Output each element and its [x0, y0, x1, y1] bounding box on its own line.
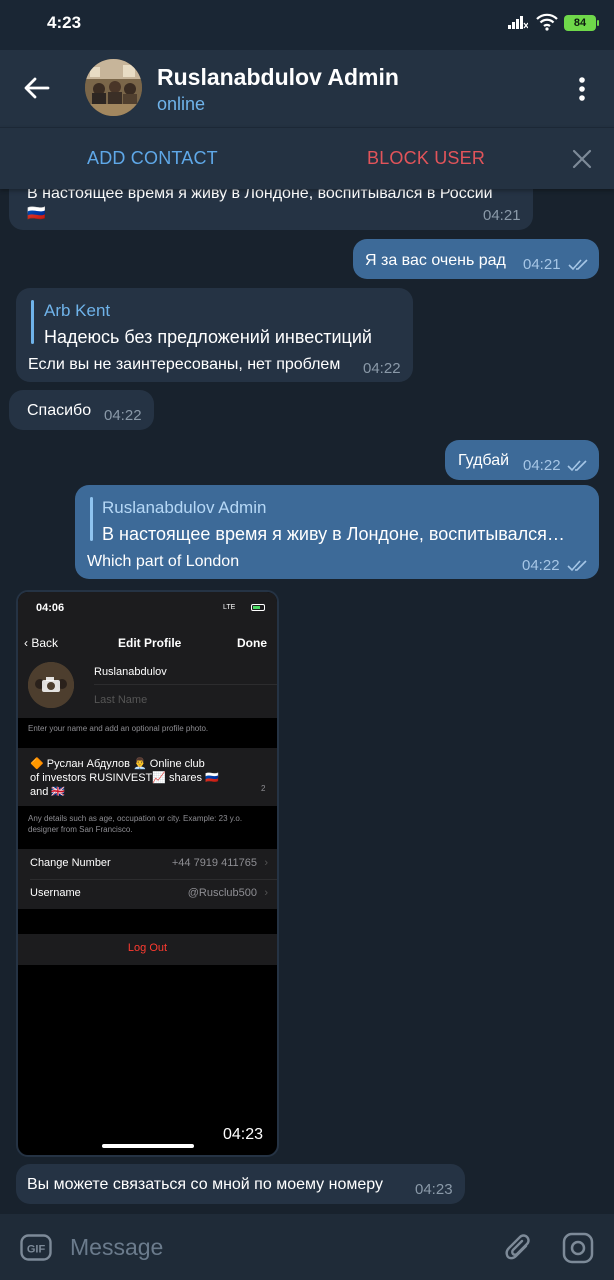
add-contact-button[interactable]: ADD CONTACT — [87, 148, 218, 169]
home-indicator — [102, 1144, 194, 1148]
message-text: Вы можете связаться со мной по моему ном… — [27, 1176, 383, 1193]
message-time: 04:22 — [104, 407, 142, 424]
wifi-icon — [536, 13, 558, 31]
message-bubble[interactable]: Гудбай 04:22 — [445, 440, 599, 480]
gif-icon[interactable]: GIF — [20, 1234, 52, 1261]
screenshot-bio-line: 🔶 Руслан Абдулов 👨‍💼 Online club — [30, 758, 205, 770]
screenshot-settings-rows: Change Number +44 7919 411765 › Username… — [18, 849, 277, 909]
message-text: Спасибо — [27, 402, 92, 419]
message-time: 04:21 — [483, 207, 521, 224]
message-text: Если вы не заинтересованы, нет проблем — [28, 356, 341, 373]
screenshot-bio-line: and 🇬🇧 — [30, 786, 66, 798]
status-time: 4:23 — [47, 13, 82, 32]
message-text: Гудбай — [458, 452, 510, 469]
message-time: 04:22 — [363, 360, 401, 377]
screenshot-name-hint: Enter your name and add an optional prof… — [28, 724, 209, 733]
message-text: В настоящее время я живу в Лондоне, восп… — [27, 189, 493, 202]
screenshot-battery-icon — [251, 604, 265, 611]
more-menu-icon[interactable] — [572, 74, 592, 104]
reply-bar — [90, 497, 93, 541]
contact-action-bar: ADD CONTACT BLOCK USER — [0, 127, 614, 189]
message-time: 04:23 — [415, 1181, 453, 1198]
message-text: Which part of London — [87, 553, 240, 570]
status-bar: 4:23 84 — [0, 0, 614, 50]
chat-header: Ruslanabdulov Admin online — [0, 50, 614, 127]
screenshot-row-change-number: Change Number +44 7919 411765 › — [18, 849, 277, 880]
flag-emoji: 🇷🇺 — [27, 205, 46, 222]
online-status: online — [157, 94, 206, 114]
screenshot-profile: Ruslanabdulov Last Name — [18, 660, 277, 718]
screenshot-last-name: Last Name — [94, 694, 148, 706]
screenshot-done: Done — [237, 636, 267, 650]
message-text: Я за вас очень рад — [365, 252, 506, 269]
reply-author: Ruslanabdulov Admin — [102, 498, 267, 517]
screenshot-row-username: Username @Rusclub500 › — [30, 887, 268, 899]
screenshot-bio-hint: Any details such as age, occupation or c… — [28, 814, 243, 834]
video-message[interactable]: 04:06 LTE ‹ Back Edit Profile Done Rusla… — [16, 590, 279, 1157]
read-checkmarks-icon — [568, 259, 588, 271]
screenshot-nav-bar: ‹ Back Edit Profile Done — [18, 626, 277, 660]
screenshot-network: LTE — [223, 604, 236, 611]
screenshot-title: Edit Profile — [118, 636, 182, 650]
screenshot-bio-count: 2 — [261, 784, 266, 793]
message-time: 04:22 — [522, 557, 560, 574]
battery-icon: 84 — [564, 15, 599, 31]
screenshot-first-name: Ruslanabdulov — [94, 666, 167, 678]
read-checkmarks-icon — [567, 560, 587, 572]
camera-icon[interactable] — [562, 1232, 594, 1264]
attach-icon[interactable] — [504, 1233, 532, 1263]
screenshot-time: 04:06 — [36, 602, 65, 614]
back-arrow-icon[interactable] — [22, 73, 52, 103]
reply-author: Arb Kent — [44, 301, 111, 320]
chevron-right-icon: › — [264, 887, 268, 899]
screenshot-status-bar: 04:06 LTE — [18, 592, 277, 626]
video-timestamp: 04:23 — [223, 1126, 264, 1143]
svg-text:GIF: GIF — [27, 1244, 46, 1256]
message-time: 04:21 — [523, 256, 561, 273]
chevron-right-icon: › — [264, 857, 268, 869]
message-bubble[interactable]: Arb Kent Надеюсь без предложений инвести… — [16, 288, 413, 382]
reply-bar — [31, 300, 34, 344]
screenshot-bio-line: of investors RUSINVEST📈 shares 🇷🇺 — [30, 772, 219, 784]
message-input[interactable] — [70, 1232, 470, 1262]
reply-preview: В настоящее время я живу в Лондоне, восп… — [102, 524, 565, 544]
message-list[interactable]: В настоящее время я живу в Лондоне, восп… — [0, 189, 614, 1214]
message-input-bar: GIF — [0, 1214, 614, 1280]
screenshot-bio: 🔶 Руслан Абдулов 👨‍💼 Online club of inve… — [18, 748, 277, 806]
message-bubble[interactable]: Вы можете связаться со мной по моему ном… — [16, 1164, 465, 1204]
read-checkmarks-icon — [567, 460, 587, 472]
signal-icon — [508, 16, 528, 29]
screenshot-logout: Log Out — [18, 934, 277, 965]
message-bubble[interactable]: Спасибо 04:22 — [9, 390, 154, 430]
message-bubble[interactable]: В настоящее время я живу в Лондоне, восп… — [9, 189, 533, 230]
screenshot-back: ‹ Back — [24, 636, 59, 650]
message-bubble[interactable]: Я за вас очень рад 04:21 — [353, 239, 599, 279]
block-user-button[interactable]: BLOCK USER — [367, 148, 485, 169]
avatar[interactable] — [85, 59, 142, 116]
reply-preview: Надеюсь без предложений инвестиций — [44, 327, 372, 347]
message-time: 04:22 — [523, 457, 561, 474]
screenshot-avatar — [28, 662, 74, 708]
message-bubble[interactable]: Ruslanabdulov Admin В настоящее время я … — [75, 485, 599, 579]
close-icon[interactable] — [571, 148, 593, 170]
chat-title[interactable]: Ruslanabdulov Admin — [157, 64, 399, 91]
